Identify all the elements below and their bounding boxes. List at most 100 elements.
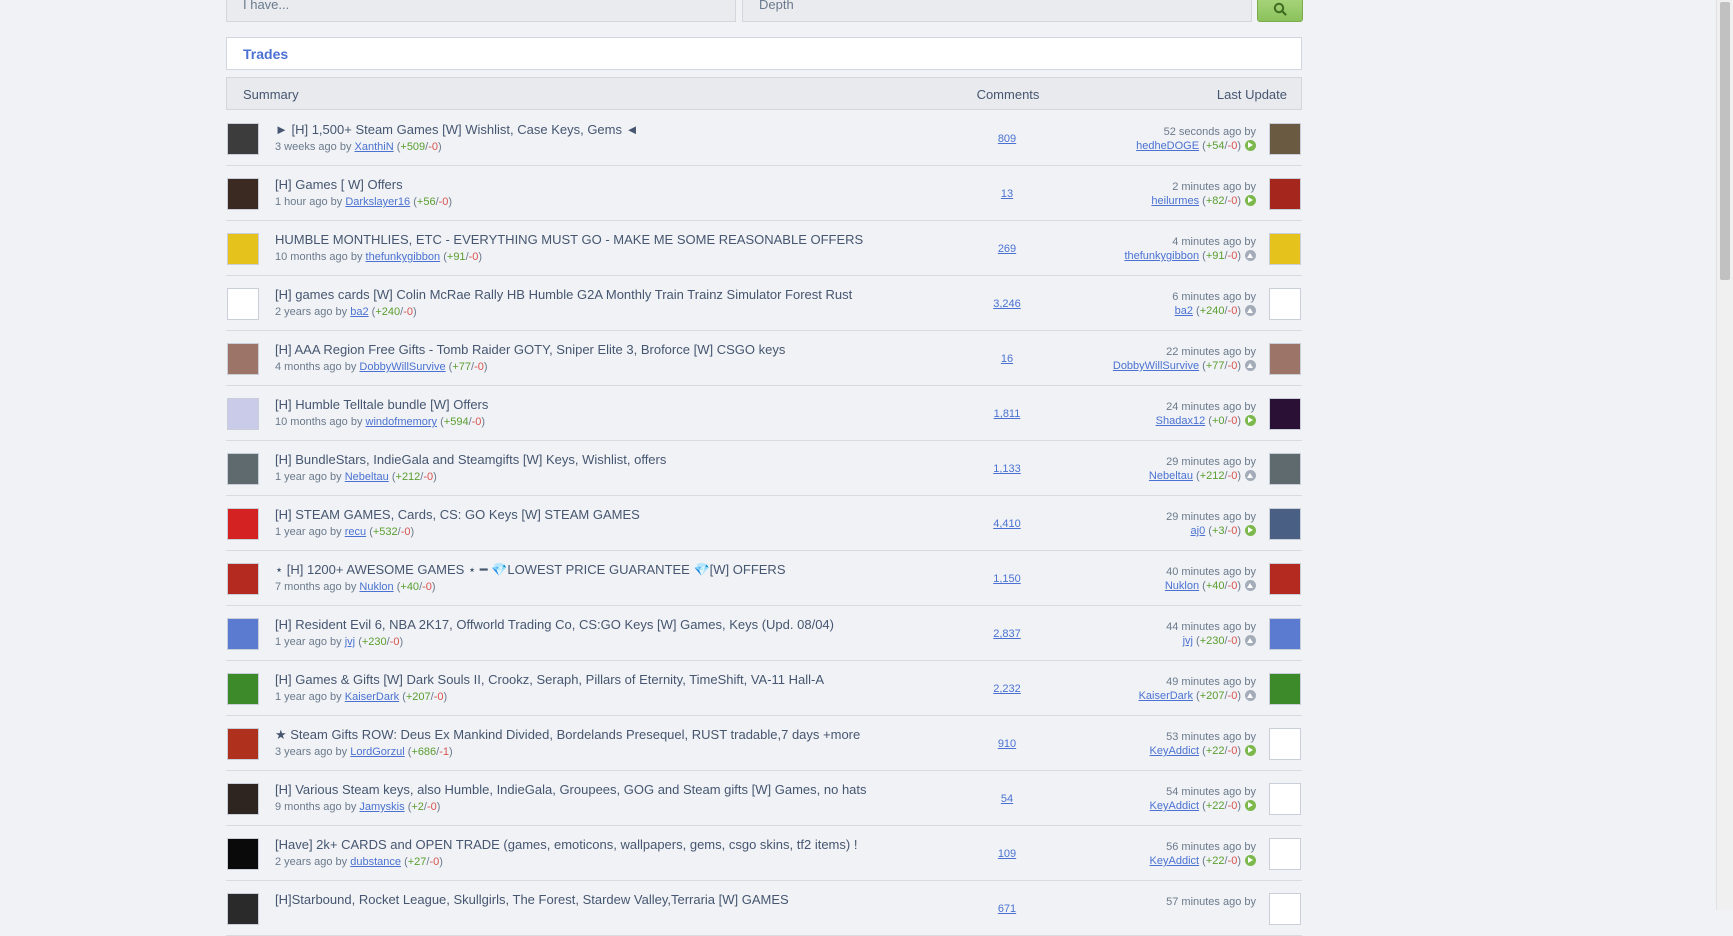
updater-avatar[interactable] — [1269, 343, 1301, 375]
updater-link[interactable]: Nebeltau — [1149, 470, 1193, 482]
updater-avatar[interactable] — [1269, 288, 1301, 320]
updater-avatar[interactable] — [1269, 563, 1301, 595]
author-link[interactable]: ba2 — [350, 306, 368, 318]
scrollbar-thumb[interactable] — [1720, 2, 1730, 280]
updater-link[interactable]: jvj — [1183, 635, 1193, 647]
column-summary[interactable]: Summary — [243, 87, 299, 102]
comments-count-link[interactable]: 671 — [967, 903, 1047, 915]
comments-count-link[interactable]: 269 — [967, 243, 1047, 255]
updater-avatar[interactable] — [1269, 453, 1301, 485]
updater-link[interactable]: hedheDOGE — [1136, 140, 1199, 152]
trade-title-link[interactable]: [H] games cards [W] Colin McRae Rally HB… — [275, 287, 852, 302]
trade-title-link[interactable]: ► [H] 1,500+ Steam Games [W] Wishlist, C… — [275, 122, 638, 137]
comments-count-link[interactable]: 910 — [967, 738, 1047, 750]
updater-link[interactable]: DobbyWillSurvive — [1113, 360, 1199, 372]
trade-title-link[interactable]: [H] BundleStars, IndieGala and Steamgift… — [275, 452, 666, 467]
column-last-update[interactable]: Last Update — [1217, 87, 1287, 102]
rep-negative: -0 — [389, 636, 400, 648]
trade-title-link[interactable]: [Have] 2k+ CARDS and OPEN TRADE (games, … — [275, 837, 857, 852]
comments-count-link[interactable]: 1,811 — [967, 408, 1047, 420]
author-avatar[interactable] — [227, 783, 259, 815]
author-avatar[interactable] — [227, 838, 259, 870]
have-search-input[interactable]: I have... — [226, 0, 736, 22]
author-link[interactable]: Darkslayer16 — [345, 196, 410, 208]
updater-avatar[interactable] — [1269, 673, 1301, 705]
comments-count-link[interactable]: 4,410 — [967, 518, 1047, 530]
updater-avatar[interactable] — [1269, 233, 1301, 265]
updater-avatar[interactable] — [1269, 508, 1301, 540]
comments-count-link[interactable]: 13 — [967, 188, 1047, 200]
comments-count-link[interactable]: 3,246 — [967, 298, 1047, 310]
updater-link[interactable]: KeyAddict — [1150, 745, 1200, 757]
updater-link[interactable]: KeyAddict — [1150, 855, 1200, 867]
updater-link[interactable]: aj0 — [1191, 525, 1206, 537]
updater-avatar[interactable] — [1269, 123, 1301, 155]
updater-link[interactable]: ba2 — [1175, 305, 1193, 317]
trade-title-link[interactable]: ★ Steam Gifts ROW: Deus Ex Mankind Divid… — [275, 727, 860, 743]
author-avatar[interactable] — [227, 893, 259, 925]
rep-negative: -0 — [1227, 470, 1238, 482]
updater-avatar[interactable] — [1269, 618, 1301, 650]
author-avatar[interactable] — [227, 618, 259, 650]
trade-title-link[interactable]: [H] Games [ W] Offers — [275, 177, 403, 192]
trade-title-link[interactable]: [H]Starbound, Rocket League, Skullgirls,… — [275, 892, 789, 907]
search-button[interactable] — [1257, 0, 1303, 22]
comments-count-link[interactable]: 16 — [967, 353, 1047, 365]
author-avatar[interactable] — [227, 343, 259, 375]
updater-link[interactable]: thefunkygibbon — [1124, 250, 1199, 262]
author-link[interactable]: windofmemory — [366, 416, 438, 428]
updater-avatar[interactable] — [1269, 783, 1301, 815]
trade-title-link[interactable]: [H] Humble Telltale bundle [W] Offers — [275, 397, 488, 412]
updater-link[interactable]: Shadax12 — [1156, 415, 1206, 427]
updater-avatar[interactable] — [1269, 838, 1301, 870]
trade-title-link[interactable]: HUMBLE MONTHLIES, ETC - EVERYTHING MUST … — [275, 232, 863, 247]
comments-count-link[interactable]: 1,150 — [967, 573, 1047, 585]
trade-title-link[interactable]: [H] Various Steam keys, also Humble, Ind… — [275, 782, 867, 797]
author-avatar[interactable] — [227, 288, 259, 320]
author-link[interactable]: Jamyskis — [359, 801, 404, 813]
updater-link[interactable]: Nuklon — [1165, 580, 1199, 592]
column-comments[interactable]: Comments — [968, 87, 1048, 102]
comments-count-link[interactable]: 809 — [967, 133, 1047, 145]
trade-title-link[interactable]: ⋆ [H] 1200+ AWESOME GAMES ⋆ ━ 💎LOWEST PR… — [275, 562, 786, 578]
author-avatar[interactable] — [227, 233, 259, 265]
updater-avatar[interactable] — [1269, 398, 1301, 430]
author-link[interactable]: jvj — [345, 636, 355, 648]
author-avatar[interactable] — [227, 178, 259, 210]
updater-avatar[interactable] — [1269, 893, 1301, 925]
author-avatar[interactable] — [227, 398, 259, 430]
author-link[interactable]: thefunkygibbon — [366, 251, 441, 263]
author-avatar[interactable] — [227, 453, 259, 485]
updater-avatar[interactable] — [1269, 728, 1301, 760]
author-link[interactable]: LordGorzul — [350, 746, 404, 758]
updater-link[interactable]: heilurmes — [1151, 195, 1199, 207]
trade-title-link[interactable]: [H] AAA Region Free Gifts - Tomb Raider … — [275, 342, 785, 357]
trade-title-link[interactable]: [H] Games & Gifts [W] Dark Souls II, Cro… — [275, 672, 824, 687]
author-avatar[interactable] — [227, 123, 259, 155]
trade-title-link[interactable]: [H] Resident Evil 6, NBA 2K17, Offworld … — [275, 617, 834, 632]
comments-count-link[interactable]: 109 — [967, 848, 1047, 860]
author-avatar[interactable] — [227, 563, 259, 595]
updater-link[interactable]: KeyAddict — [1150, 800, 1200, 812]
author-link[interactable]: KaiserDark — [345, 691, 399, 703]
comments-count-link[interactable]: 1,133 — [967, 463, 1047, 475]
author-link[interactable]: Nuklon — [359, 581, 393, 593]
author-avatar[interactable] — [227, 728, 259, 760]
comments-count-link[interactable]: 54 — [967, 793, 1047, 805]
want-search-input[interactable]: Depth — [742, 0, 1252, 22]
last-update-time: 49 minutes ago by — [1166, 676, 1256, 688]
author-link[interactable]: recu — [345, 526, 366, 538]
page-scrollbar[interactable] — [1716, 0, 1733, 910]
comments-count-link[interactable]: 2,232 — [967, 683, 1047, 695]
author-link[interactable]: Nebeltau — [345, 471, 389, 483]
author-avatar[interactable] — [227, 673, 259, 705]
trade-title-link[interactable]: [H] STEAM GAMES, Cards, CS: GO Keys [W] … — [275, 507, 640, 522]
author-link[interactable]: DobbyWillSurvive — [359, 361, 445, 373]
rep-positive: +77 — [1205, 360, 1225, 372]
comments-count-link[interactable]: 2,837 — [967, 628, 1047, 640]
author-link[interactable]: dubstance — [350, 856, 401, 868]
updater-link[interactable]: KaiserDark — [1139, 690, 1193, 702]
updater-avatar[interactable] — [1269, 178, 1301, 210]
author-link[interactable]: XanthiN — [355, 141, 394, 153]
author-avatar[interactable] — [227, 508, 259, 540]
